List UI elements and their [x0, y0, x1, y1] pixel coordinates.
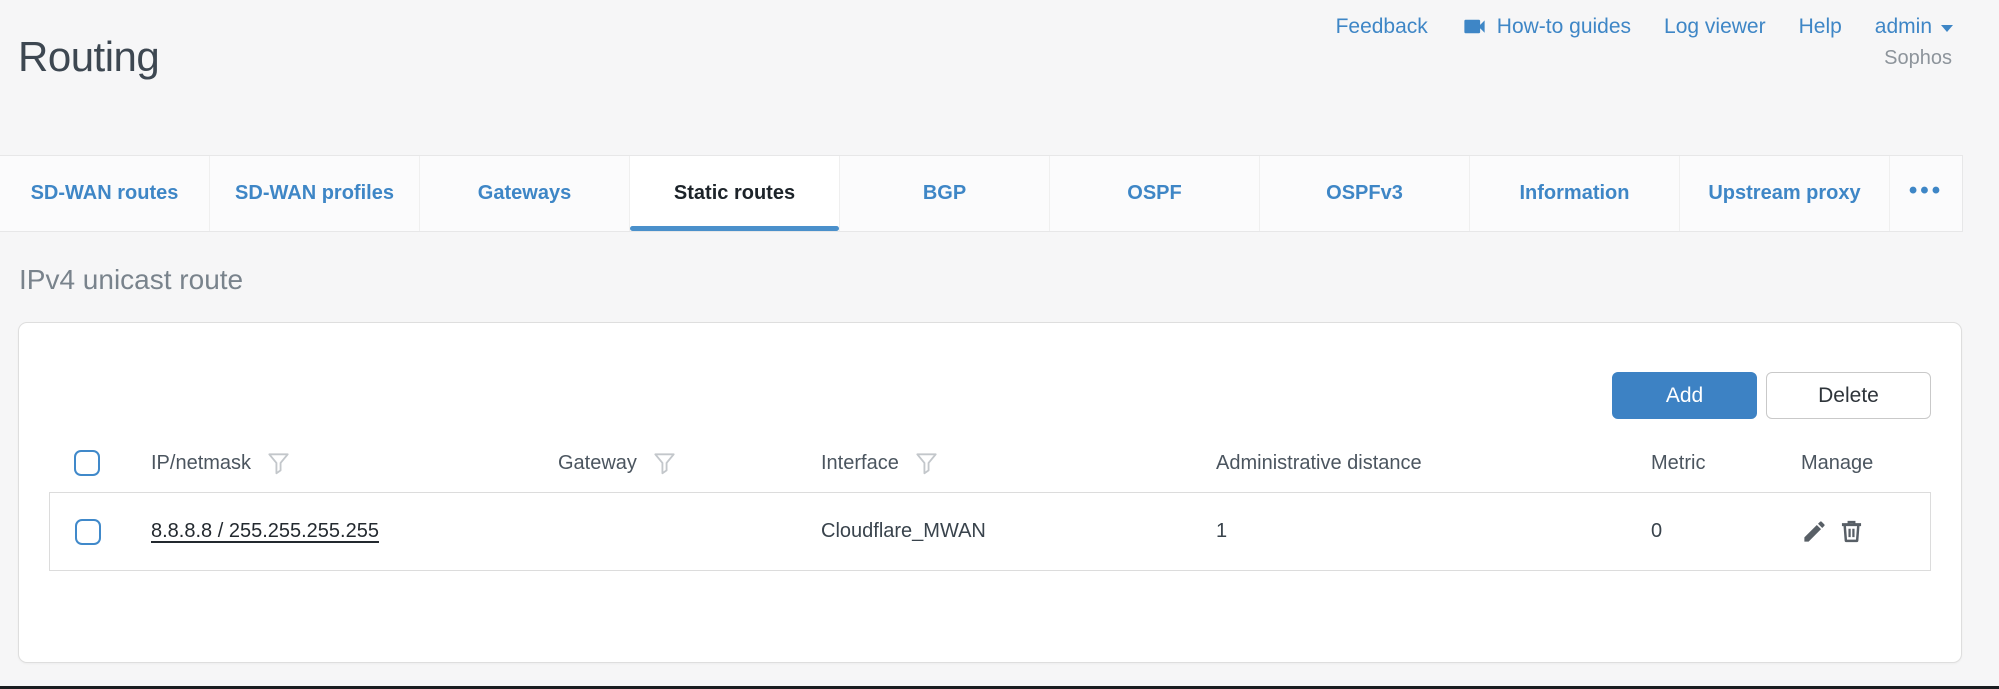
row-interface-value: Cloudflare_MWAN [821, 520, 1216, 543]
col-ip-netmask: IP/netmask [151, 452, 251, 475]
tab-ospf[interactable]: OSPF [1049, 156, 1259, 231]
row-checkbox[interactable] [75, 519, 101, 545]
log-viewer-label: Log viewer [1664, 15, 1766, 39]
route-ip-link[interactable]: 8.8.8.8 / 255.255.255.255 [151, 520, 379, 542]
col-metric: Metric [1651, 452, 1705, 475]
help-label: Help [1799, 15, 1842, 39]
video-camera-icon [1461, 13, 1488, 40]
routes-card: Add Delete IP/netmask Gateway Interface … [18, 322, 1962, 663]
tab-gateways[interactable]: Gateways [419, 156, 629, 231]
col-manage: Manage [1801, 452, 1873, 475]
user-menu[interactable]: admin [1875, 15, 1953, 39]
tab-overflow-menu[interactable]: ••• [1889, 156, 1962, 231]
col-admin-distance: Administrative distance [1216, 452, 1422, 475]
select-all-checkbox[interactable] [74, 450, 100, 476]
tab-upstream-proxy[interactable]: Upstream proxy [1679, 156, 1889, 231]
brand-text: Sophos [1884, 47, 1952, 70]
tab-bgp[interactable]: BGP [839, 156, 1049, 231]
table-header: IP/netmask Gateway Interface Administrat… [49, 435, 1931, 491]
help-link[interactable]: Help [1799, 15, 1842, 39]
row-metric-value: 0 [1651, 520, 1801, 543]
tab-ospfv3[interactable]: OSPFv3 [1259, 156, 1469, 231]
tab-static-routes[interactable]: Static routes [629, 156, 839, 231]
edit-icon[interactable] [1801, 518, 1828, 545]
howto-guides-link[interactable]: How-to guides [1461, 13, 1631, 40]
section-heading: IPv4 unicast route [19, 264, 243, 296]
col-gateway: Gateway [558, 452, 637, 475]
howto-guides-label: How-to guides [1497, 15, 1631, 39]
tab-information[interactable]: Information [1469, 156, 1679, 231]
col-interface: Interface [821, 452, 899, 475]
tab-sd-wan-routes[interactable]: SD-WAN routes [0, 156, 209, 231]
trash-icon[interactable] [1838, 518, 1865, 545]
toolbar: Add Delete [1612, 372, 1931, 419]
row-admin-distance-value: 1 [1216, 520, 1651, 543]
table-row: 8.8.8.8 / 255.255.255.255 Cloudflare_MWA… [49, 492, 1931, 571]
filter-icon[interactable] [653, 451, 676, 476]
utility-nav: Feedback How-to guides Log viewer Help a… [1336, 13, 1953, 40]
filter-icon[interactable] [915, 451, 938, 476]
chevron-down-icon [1941, 25, 1953, 32]
tab-bar: SD-WAN routes SD-WAN profiles Gateways S… [0, 155, 1963, 232]
filter-icon[interactable] [267, 451, 290, 476]
add-button[interactable]: Add [1612, 372, 1757, 419]
delete-button[interactable]: Delete [1766, 372, 1931, 419]
tab-sd-wan-profiles[interactable]: SD-WAN profiles [209, 156, 419, 231]
feedback-label: Feedback [1336, 15, 1428, 39]
log-viewer-link[interactable]: Log viewer [1664, 15, 1766, 39]
page-title: Routing [18, 30, 159, 85]
user-menu-label: admin [1875, 15, 1932, 39]
feedback-link[interactable]: Feedback [1336, 15, 1428, 39]
